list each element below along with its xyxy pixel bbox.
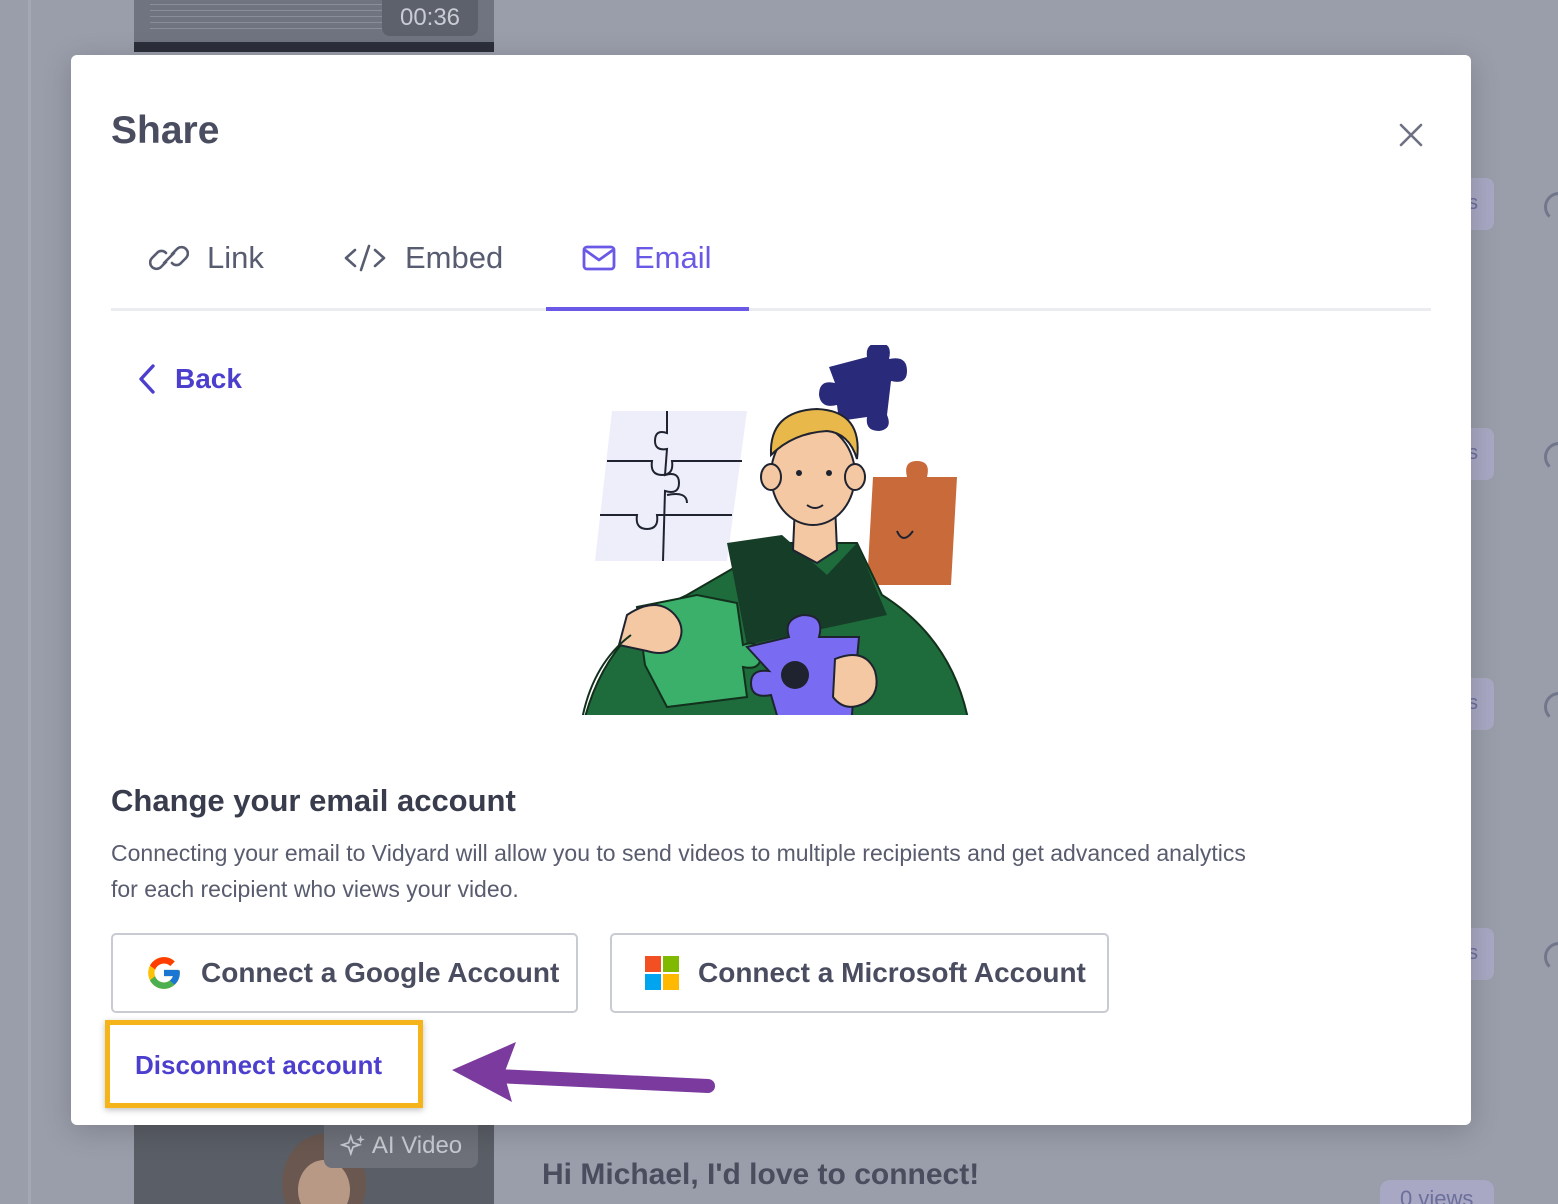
swirl-icon bbox=[1544, 192, 1558, 222]
section-title: Change your email account bbox=[111, 783, 516, 818]
back-label: Back bbox=[175, 363, 242, 394]
modal-title: Share bbox=[111, 109, 220, 152]
tab-link[interactable]: Link bbox=[149, 205, 264, 311]
google-icon bbox=[148, 957, 180, 989]
sparkle-icon bbox=[339, 1133, 365, 1157]
swirl-icon bbox=[1544, 692, 1558, 722]
connect-google-label: Connect a Google Account bbox=[201, 957, 560, 988]
tab-embed-label: Embed bbox=[405, 240, 504, 275]
tab-embed[interactable]: Embed bbox=[343, 205, 503, 311]
connect-microsoft-button[interactable]: Connect a Microsoft Account bbox=[610, 933, 1109, 1013]
ai-video-label: AI Video bbox=[371, 1132, 463, 1159]
mail-icon bbox=[582, 245, 616, 271]
ai-video-badge: AI Video bbox=[324, 1124, 478, 1168]
close-button[interactable] bbox=[1391, 115, 1431, 155]
chevron-left-icon bbox=[139, 364, 155, 394]
video-title: Hi Michael, I'd love to connect! bbox=[542, 1158, 980, 1191]
section-description: Connecting your email to Vidyard will al… bbox=[111, 840, 1246, 902]
link-icon bbox=[149, 245, 189, 271]
swirl-icon bbox=[1544, 442, 1558, 472]
connect-google-button[interactable]: Connect a Google Account bbox=[111, 933, 578, 1013]
video-duration: 00:36 bbox=[382, 0, 478, 36]
tab-link-label: Link bbox=[207, 240, 264, 275]
video-thumbnail: AI Video bbox=[134, 1124, 494, 1204]
views-badge: 0 views bbox=[1380, 1180, 1494, 1204]
close-icon bbox=[1399, 123, 1423, 147]
active-tab-indicator bbox=[546, 307, 749, 311]
background-divider bbox=[28, 0, 31, 1204]
annotation-arrow bbox=[452, 1042, 715, 1102]
back-button[interactable]: Back bbox=[137, 363, 242, 395]
thumbnail-content bbox=[150, 4, 400, 34]
microsoft-icon bbox=[645, 956, 679, 990]
share-modal: Share Link Embed Email Back Change your … bbox=[71, 55, 1471, 1125]
swirl-icon bbox=[1544, 942, 1558, 972]
tab-email[interactable]: Email bbox=[546, 205, 749, 311]
connect-microsoft-label: Connect a Microsoft Account bbox=[698, 957, 1086, 988]
disconnect-account-link[interactable]: Disconnect account bbox=[135, 1050, 382, 1081]
tab-email-label: Email bbox=[634, 240, 712, 275]
puzzle-illustration bbox=[581, 345, 969, 715]
code-icon bbox=[344, 244, 386, 272]
share-tabs: Link Embed Email bbox=[111, 205, 1431, 311]
